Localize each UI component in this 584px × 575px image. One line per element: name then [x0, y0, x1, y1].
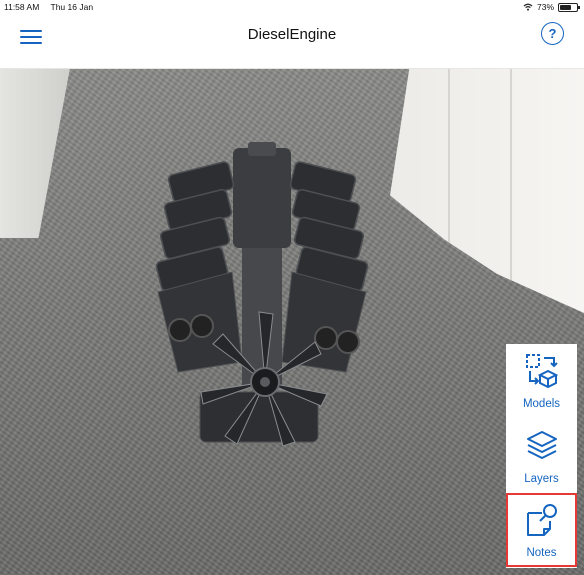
notes-label: Notes — [526, 547, 557, 559]
layers-button[interactable]: Layers — [506, 419, 577, 493]
notes-button[interactable]: Notes — [506, 493, 577, 567]
cabinet — [390, 68, 584, 313]
ar-camera-view[interactable]: Models Layers Notes — [0, 68, 584, 575]
navigation-bar: DieselEngine ? — [0, 14, 584, 69]
battery-percent: 73% — [536, 2, 554, 12]
status-bar: 11:58 AM Thu 16 Jan 73% — [0, 0, 584, 14]
models-button[interactable]: Models — [506, 344, 577, 418]
engine-3d-model[interactable] — [150, 142, 375, 452]
battery-icon — [558, 2, 580, 12]
notes-icon — [527, 504, 557, 536]
page-title: DieselEngine — [247, 26, 337, 43]
models-icon — [526, 354, 558, 388]
status-date: Thu 16 Jan — [50, 2, 94, 12]
tool-panel: Models Layers Notes — [506, 344, 577, 568]
layers-icon — [527, 431, 557, 459]
wall-left — [0, 68, 70, 238]
help-question-icon[interactable]: ? — [541, 22, 564, 45]
wifi-icon — [523, 3, 533, 11]
layers-label: Layers — [524, 473, 559, 485]
status-time: 11:58 AM — [4, 2, 40, 12]
models-label: Models — [522, 398, 561, 410]
